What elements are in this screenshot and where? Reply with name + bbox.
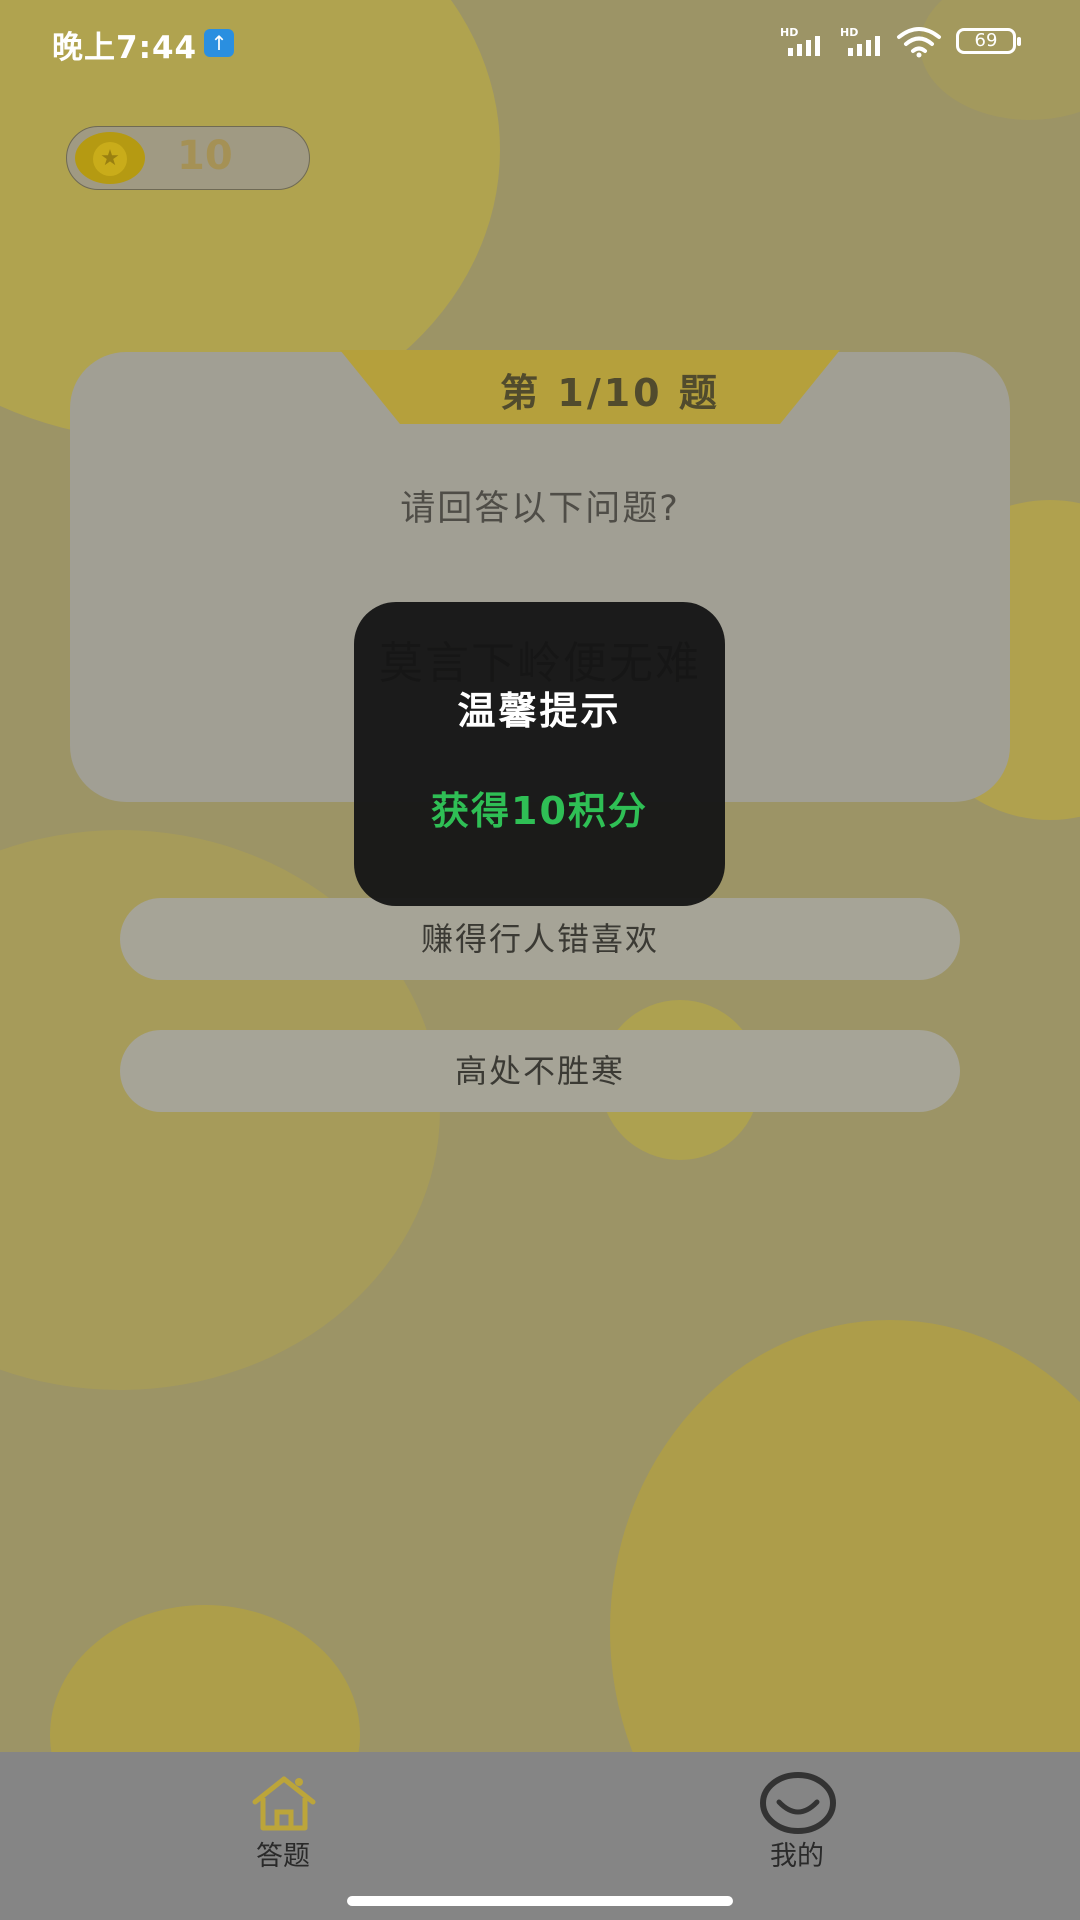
question-prompt: 请回答以下问题?: [400, 489, 680, 529]
smiley-icon: [760, 1772, 836, 1834]
toast-message: 获得10积分: [431, 789, 648, 833]
answer-option-2[interactable]: 高处不胜寒: [120, 1030, 960, 1112]
tab-quiz-label: 答题: [256, 1841, 310, 1872]
battery-icon: 69: [956, 28, 1021, 54]
tab-me[interactable]: 我的: [697, 1752, 897, 1902]
answer-option-1[interactable]: 赚得行人错喜欢: [120, 898, 960, 980]
reward-toast: 温馨提示 获得10积分: [354, 602, 725, 906]
coin-count: 10: [177, 133, 233, 179]
upload-arrow-icon: ↑: [204, 29, 234, 57]
battery-level: 69: [974, 30, 998, 51]
cellular-signal-icon: HD: [780, 26, 830, 56]
tab-quiz[interactable]: 答题: [183, 1752, 383, 1902]
bottom-tab-bar: 答题 我的: [0, 1752, 1080, 1920]
status-time: 晚上7:44: [52, 30, 198, 66]
cellular-signal-icon: HD: [840, 26, 890, 56]
home-icon: [252, 1776, 316, 1831]
toast-title: 温馨提示: [457, 689, 622, 733]
status-bar: 晚上7:44 ↑ HD HD 69: [0, 0, 1080, 86]
wifi-icon: [897, 27, 941, 58]
home-indicator[interactable]: [347, 1896, 733, 1906]
question-progress: 第 1/10 题: [500, 371, 720, 415]
coin-balance: ★ 10: [66, 126, 310, 190]
star-icon: ★: [93, 142, 127, 176]
coin-icon: ★: [75, 132, 145, 184]
tab-me-label: 我的: [770, 1841, 824, 1872]
